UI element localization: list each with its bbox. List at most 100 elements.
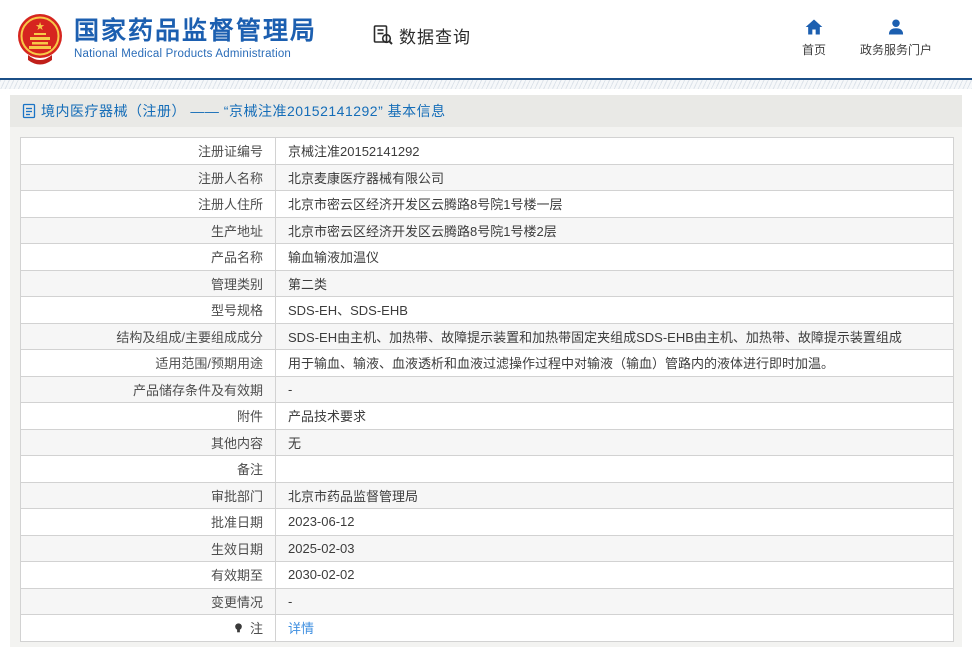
row-value-cell: 北京市药品监督管理局 — [275, 481, 954, 509]
row-label: 产品名称 — [210, 250, 263, 266]
user-icon — [886, 17, 906, 37]
row-value-cell: 2030-02-02 — [275, 561, 954, 589]
row-label-cell: 适用范围/预期用途 — [20, 349, 276, 377]
info-table-body: 注册证编号 京械注准20152141292 注册人名称 北京麦康医疗器械有限公司… — [20, 137, 954, 642]
page: ★ 国家药品监督管理局 National Medical Products Ad… — [0, 0, 972, 669]
row-label-cell: 注册证编号 — [20, 137, 276, 165]
table-row: 审批部门 北京市药品监督管理局 — [20, 481, 954, 509]
table-row: 产品储存条件及有效期 - — [20, 375, 954, 403]
svg-text:★: ★ — [35, 21, 45, 33]
row-value: 北京麦康医疗器械有限公司 — [288, 170, 445, 186]
row-label-cell: 产品储存条件及有效期 — [20, 375, 276, 403]
row-label: 附件 — [236, 409, 263, 425]
row-label-cell: 生效日期 — [20, 534, 276, 562]
table-row: 管理类别 第二类 — [20, 269, 954, 297]
row-value: 北京市密云区经济开发区云腾路8号院1号楼2层 — [288, 223, 557, 239]
row-label: 注 — [249, 621, 263, 637]
nav-data-query[interactable]: 数据查询 — [372, 23, 471, 48]
row-value-cell: 用于输血、输液、血液透析和血液过滤操作过程中对输液（输血）管路内的液体进行即时加… — [275, 349, 954, 377]
row-value: SDS-EH由主机、加热带、故障提示装置和加热带固定夹组成SDS-EHB由主机、… — [288, 329, 902, 345]
table-row: 型号规格 SDS-EH、SDS-EHB — [20, 296, 954, 324]
row-value-cell: 输血输液加温仪 — [275, 243, 954, 271]
brand-title: 国家药品监督管理局 — [74, 16, 318, 45]
row-label-cell: 备注 — [20, 455, 276, 483]
header-hatch-band — [0, 80, 972, 89]
row-value-cell: - — [275, 375, 954, 403]
row-label: 型号规格 — [210, 303, 263, 319]
row-label: 生产地址 — [210, 223, 263, 239]
row-value-cell: - — [275, 587, 954, 615]
row-value: - — [288, 381, 293, 397]
info-table: 注册证编号 京械注准20152141292 注册人名称 北京麦康医疗器械有限公司… — [20, 137, 954, 642]
table-row: 适用范围/预期用途 用于输血、输液、血液透析和血液过滤操作过程中对输液（输血）管… — [20, 349, 954, 377]
row-value-cell: 北京麦康医疗器械有限公司 — [275, 163, 954, 191]
row-value-cell: 2023-06-12 — [275, 508, 954, 536]
row-label-cell: 产品名称 — [20, 243, 276, 271]
table-row: 有效期至 2030-02-02 — [20, 561, 954, 589]
row-value: 无 — [288, 435, 302, 451]
site-header: ★ 国家药品监督管理局 National Medical Products Ad… — [0, 0, 972, 78]
row-label: 备注 — [236, 462, 263, 478]
nav-data-query-label: 数据查询 — [399, 27, 472, 47]
content-container: 境内医疗器械（注册） —— “京械注准20152141292” 基本信息 注册证… — [10, 95, 962, 647]
row-label: 适用范围/预期用途 — [155, 356, 263, 372]
row-label-cell: 注 — [20, 614, 276, 642]
table-row: 备注 — [20, 455, 954, 483]
table-row: 生产地址 北京市密云区经济开发区云腾路8号院1号楼2层 — [20, 216, 954, 244]
row-label: 注册人名称 — [197, 170, 263, 186]
row-label-cell: 结构及组成/主要组成成分 — [20, 322, 276, 350]
page-title: 境内医疗器械（注册） —— “京械注准20152141292” 基本信息 — [41, 103, 446, 119]
row-value-cell: SDS-EH由主机、加热带、故障提示装置和加热带固定夹组成SDS-EHB由主机、… — [275, 322, 954, 350]
row-label-cell: 变更情况 — [20, 587, 276, 615]
brand-logo-block[interactable]: ★ 国家药品监督管理局 National Medical Products Ad… — [16, 12, 317, 66]
document-icon — [22, 103, 36, 119]
row-value: 京械注准20152141292 — [288, 144, 420, 160]
row-value-cell: 无 — [275, 428, 954, 456]
table-row: 产品名称 输血输液加温仪 — [20, 243, 954, 271]
nav-portal[interactable]: 政务服务门户 — [860, 17, 932, 58]
note-lightbulb-icon — [233, 622, 244, 634]
row-label-cell: 批准日期 — [20, 508, 276, 536]
row-label-cell: 型号规格 — [20, 296, 276, 324]
row-value: - — [288, 593, 293, 609]
row-label-cell: 审批部门 — [20, 481, 276, 509]
row-value-cell — [275, 455, 954, 483]
row-label: 有效期至 — [210, 568, 263, 584]
row-value: 2025-02-03 — [288, 540, 355, 556]
row-label: 产品储存条件及有效期 — [132, 382, 263, 398]
table-row: 变更情况 - — [20, 587, 954, 615]
detail-link[interactable]: 详情 — [288, 621, 314, 636]
brand-text: 国家药品监督管理局 National Medical Products Admi… — [74, 16, 318, 61]
row-value-cell: 2025-02-03 — [275, 534, 954, 562]
nav-home-label: 首页 — [801, 42, 826, 57]
row-label-cell: 注册人名称 — [20, 163, 276, 191]
row-value-cell: 北京市密云区经济开发区云腾路8号院1号楼一层 — [275, 190, 954, 218]
row-value: 2023-06-12 — [288, 514, 355, 530]
row-label-cell: 管理类别 — [20, 269, 276, 297]
row-label: 批准日期 — [210, 515, 263, 531]
page-title-bar: 境内医疗器械（注册） —— “京械注准20152141292” 基本信息 — [10, 95, 962, 127]
table-row: 注册证编号 京械注准20152141292 — [20, 137, 954, 165]
table-row: 其他内容 无 — [20, 428, 954, 456]
row-label-cell: 注册人住所 — [20, 190, 276, 218]
row-label: 注册人住所 — [197, 197, 263, 213]
row-value: 北京市药品监督管理局 — [288, 488, 419, 504]
row-label-cell: 其他内容 — [20, 428, 276, 456]
table-row: 注册人名称 北京麦康医疗器械有限公司 — [20, 163, 954, 191]
row-value: 第二类 — [288, 276, 328, 292]
row-label: 变更情况 — [210, 594, 263, 610]
home-icon — [804, 17, 824, 37]
nav-home[interactable]: 首页 — [802, 17, 826, 58]
table-row: 生效日期 2025-02-03 — [20, 534, 954, 562]
brand-subtitle: National Medical Products Administration — [74, 48, 292, 61]
national-emblem-icon: ★ — [16, 12, 64, 66]
row-value-cell: 北京市密云区经济开发区云腾路8号院1号楼2层 — [275, 216, 954, 244]
row-value-cell: SDS-EH、SDS-EHB — [275, 296, 954, 324]
row-value-cell: 京械注准20152141292 — [275, 137, 954, 165]
row-value: 输血输液加温仪 — [288, 250, 380, 266]
row-value: 产品技术要求 — [288, 409, 367, 425]
row-label: 管理类别 — [210, 276, 263, 292]
row-label: 其他内容 — [210, 435, 263, 451]
header-right-nav: 首页 政务服务门户 — [802, 17, 932, 58]
row-label: 注册证编号 — [197, 144, 263, 160]
